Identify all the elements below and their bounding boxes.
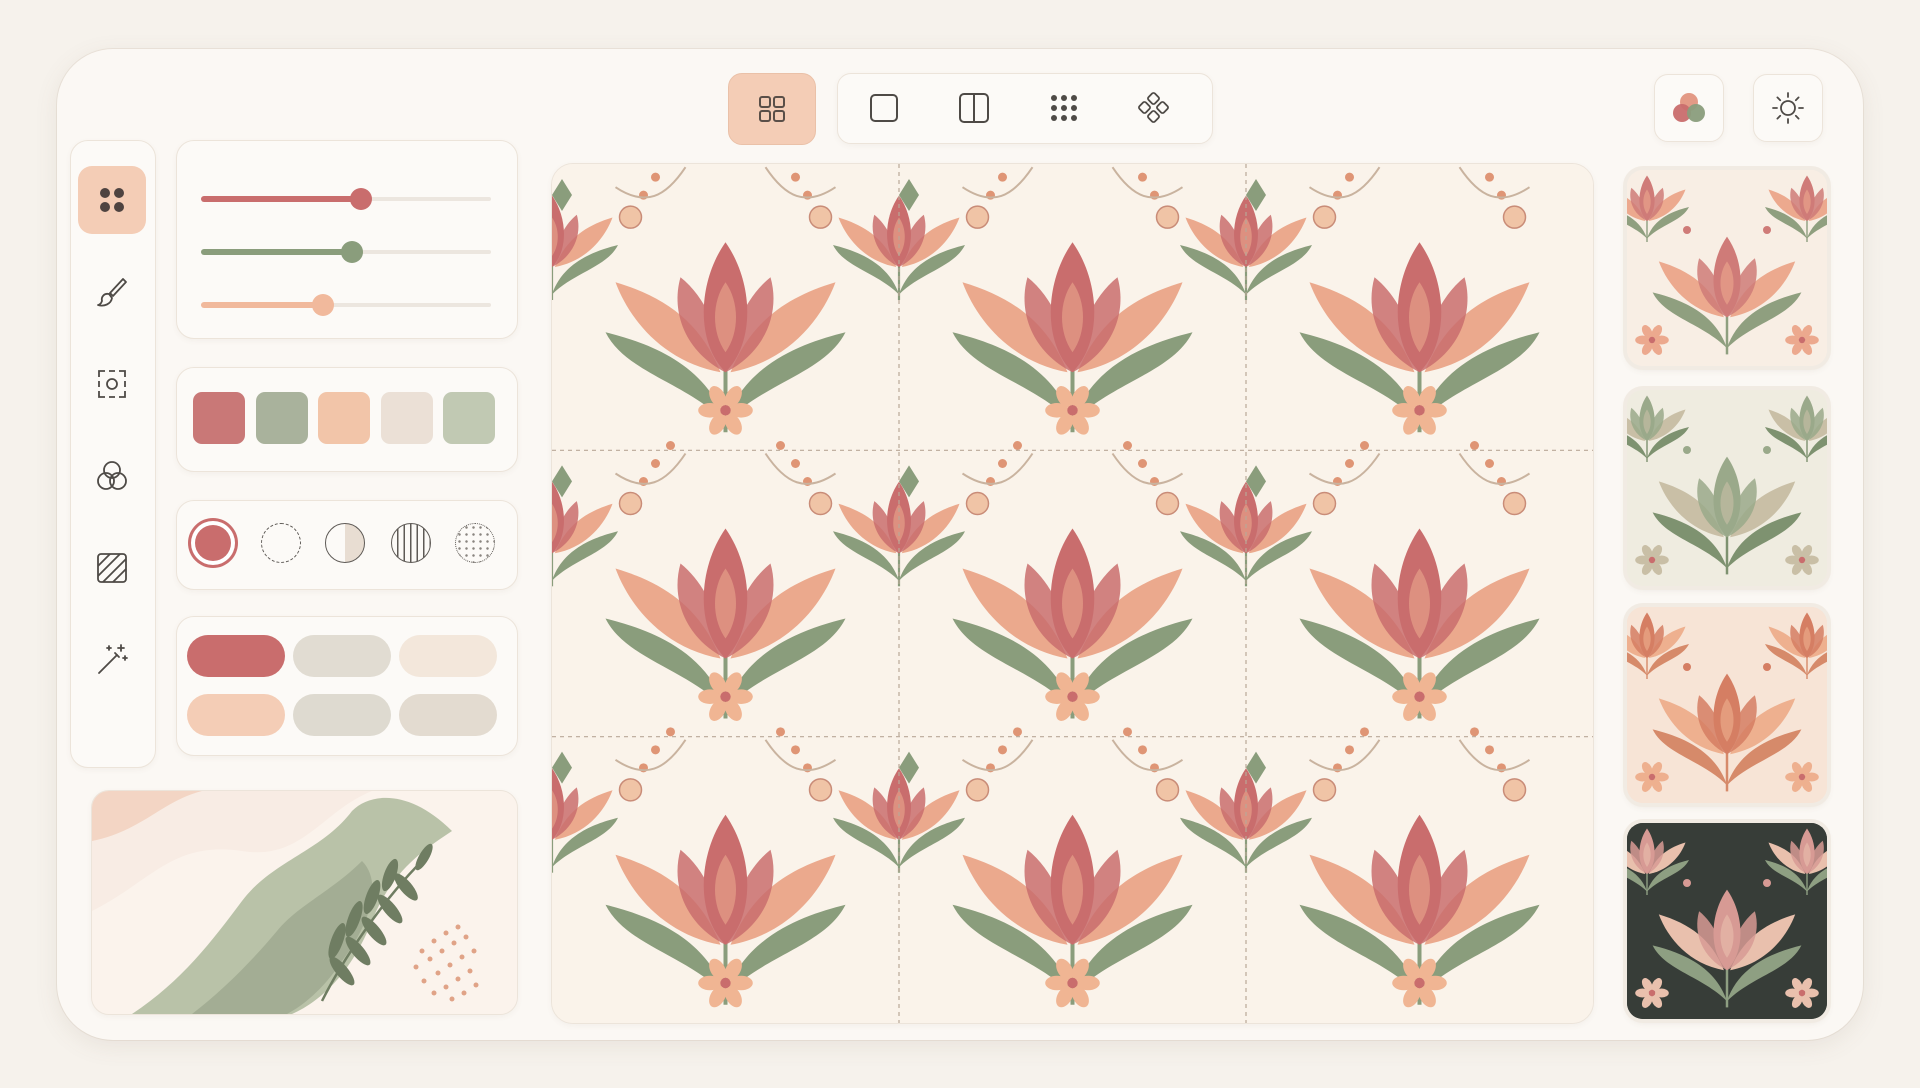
preset-pattern	[1627, 170, 1827, 366]
tool-sidebar	[70, 140, 156, 768]
fill-preset-pill[interactable]	[293, 635, 391, 677]
texture-tool[interactable]	[78, 534, 146, 602]
stippled-circle-icon	[455, 523, 495, 563]
palette-swatch[interactable]	[380, 392, 433, 444]
sage-slider[interactable]	[201, 240, 491, 264]
theme-toggle-button[interactable]	[1753, 74, 1823, 142]
fill-preset-pill[interactable]	[293, 694, 391, 736]
preset-pattern	[1627, 607, 1827, 803]
hatch-square-icon	[97, 553, 127, 583]
four-squares-icon	[759, 96, 785, 122]
color-palette-button[interactable]	[1654, 74, 1724, 142]
nine-dots-icon	[1051, 95, 1077, 121]
mood-preview	[91, 790, 518, 1015]
fill-preset-pill[interactable]	[399, 635, 497, 677]
fill-preset-pill[interactable]	[187, 635, 285, 677]
solid-brush[interactable]	[191, 521, 235, 565]
dashed-brush[interactable]	[259, 521, 303, 565]
blend-tool[interactable]	[78, 442, 146, 510]
fill-preset-pill[interactable]	[187, 694, 285, 736]
select-tool[interactable]	[78, 350, 146, 418]
rose-slider[interactable]	[201, 187, 491, 211]
magic-wand-icon	[98, 644, 128, 674]
half-fill-brush[interactable]	[323, 521, 367, 565]
square-icon	[870, 94, 898, 122]
brush-icon	[97, 278, 127, 307]
dot-grid-button[interactable]	[1038, 82, 1090, 134]
half-drop-button[interactable]	[948, 82, 1000, 134]
fill-preset-pill[interactable]	[399, 694, 497, 736]
preset-pattern	[1627, 390, 1827, 586]
solid-fill-icon	[195, 525, 231, 561]
palette-swatch[interactable]	[255, 392, 308, 444]
palette-swatch[interactable]	[193, 392, 245, 444]
overlap-circles-icon	[97, 461, 127, 490]
palette-swatch[interactable]	[443, 392, 495, 444]
sun-icon	[1772, 92, 1804, 124]
diamond-dots-icon	[1138, 92, 1169, 123]
brush-style-panel	[176, 500, 518, 590]
pattern-canvas[interactable]	[551, 163, 1594, 1024]
diamond-repeat-button[interactable]	[1128, 82, 1180, 134]
preset-thumbnail-sage-cream[interactable]	[1627, 390, 1827, 586]
split-square-icon	[959, 93, 989, 123]
palette-swatch[interactable]	[318, 392, 370, 444]
preset-pattern	[1627, 823, 1827, 1019]
brush-tool[interactable]	[78, 258, 146, 326]
fill-presets-panel	[176, 616, 518, 756]
preset-thumbnail-charcoal-night[interactable]	[1627, 823, 1827, 1019]
leaf-illustration	[92, 791, 517, 1014]
half-circle-icon	[325, 523, 365, 563]
layout-mode-group	[837, 73, 1213, 144]
pattern-canvas-svg	[552, 164, 1593, 1023]
dashed-circle-icon	[261, 523, 301, 563]
preset-thumbnail-terracotta[interactable]	[1627, 607, 1827, 803]
selection-icon	[98, 370, 126, 398]
peach-slider[interactable]	[201, 293, 491, 317]
grid-layout-button[interactable]	[728, 73, 816, 145]
sliders-panel	[176, 140, 518, 339]
preset-thumbnail-cream-rose[interactable]	[1627, 170, 1827, 366]
palette-panel	[176, 367, 518, 472]
striped-circle-icon	[391, 523, 431, 563]
stippled-brush[interactable]	[453, 521, 497, 565]
single-tile-button[interactable]	[858, 82, 910, 134]
magic-tool[interactable]	[78, 626, 146, 694]
palette-icon	[1673, 93, 1705, 122]
striped-brush[interactable]	[389, 521, 433, 565]
four-dots-icon	[100, 188, 124, 212]
motifs-tool[interactable]	[78, 166, 146, 234]
